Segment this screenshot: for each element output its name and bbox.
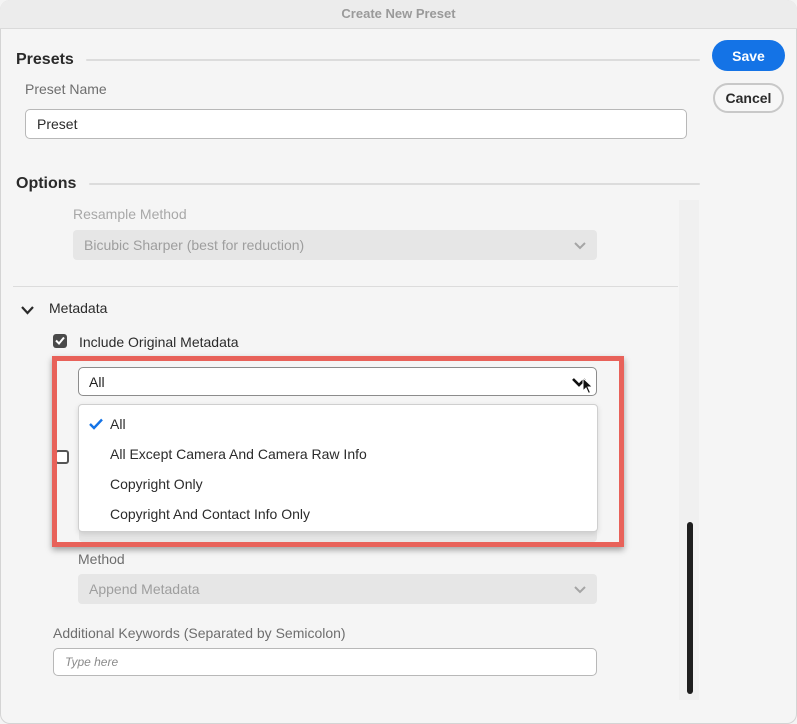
presets-heading: Presets xyxy=(16,51,74,68)
metadata-heading[interactable]: Metadata xyxy=(49,300,107,316)
include-original-metadata-label: Include Original Metadata xyxy=(79,334,239,350)
section-divider xyxy=(13,286,678,287)
method-select: Append Metadata xyxy=(78,574,597,604)
preset-name-input[interactable]: Preset xyxy=(25,109,687,139)
additional-keywords-input[interactable]: Type here xyxy=(53,648,597,676)
additional-keywords-placeholder: Type here xyxy=(65,655,119,669)
options-heading-rule xyxy=(89,183,700,185)
options-heading: Options xyxy=(16,175,77,192)
additional-keywords-label: Additional Keywords (Separated by Semico… xyxy=(53,625,346,641)
preset-name-label: Preset Name xyxy=(25,81,107,97)
method-label: Method xyxy=(78,551,125,567)
highlight-box xyxy=(52,356,624,547)
cancel-button[interactable]: Cancel xyxy=(713,83,784,113)
window-title: Create New Preset xyxy=(0,0,797,29)
preset-name-value: Preset xyxy=(37,116,78,132)
resample-method-value: Bicubic Sharper (best for reduction) xyxy=(84,237,305,253)
include-original-metadata-checkbox[interactable] xyxy=(53,334,67,348)
method-value: Append Metadata xyxy=(89,581,200,597)
chevron-down-icon xyxy=(574,581,586,597)
scrollbar-thumb[interactable] xyxy=(687,522,693,694)
chevron-down-icon xyxy=(574,237,586,253)
create-preset-dialog: Create New Preset Presets Preset Name Pr… xyxy=(0,0,797,724)
resample-method-select: Bicubic Sharper (best for reduction) xyxy=(73,230,597,260)
presets-heading-rule xyxy=(86,59,700,61)
chevron-down-icon[interactable] xyxy=(21,302,34,320)
save-button[interactable]: Save xyxy=(712,40,785,71)
resample-method-label: Resample Method xyxy=(73,206,187,222)
checkmark-icon xyxy=(55,332,65,350)
